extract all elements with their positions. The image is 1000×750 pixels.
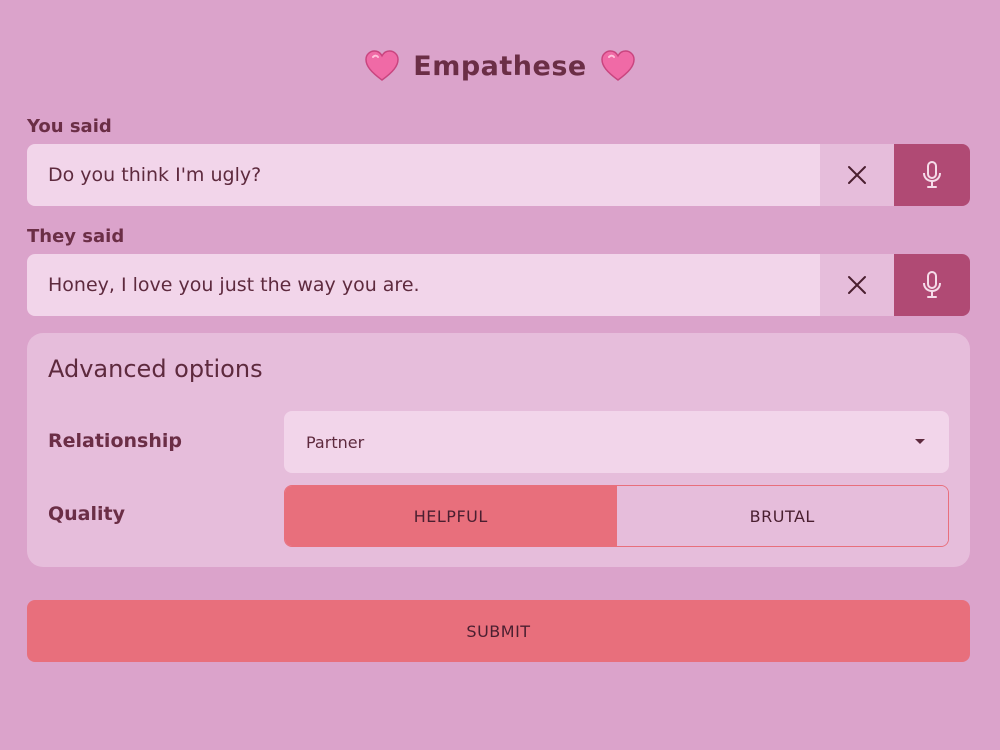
app-header: Empathese	[0, 44, 1000, 88]
quality-toggle-group: HELPFUL BRUTAL	[284, 485, 949, 547]
close-icon	[848, 276, 866, 294]
advanced-options-title: Advanced options	[48, 355, 263, 383]
microphone-icon	[923, 271, 941, 298]
they-said-row: Honey, I love you just the way you are.	[27, 254, 970, 316]
quality-label: Quality	[48, 503, 125, 525]
you-said-row: Do you think I'm ugly?	[27, 144, 970, 206]
app-title: Empathese	[413, 50, 587, 82]
they-said-mic-button[interactable]	[894, 254, 970, 316]
relationship-label: Relationship	[48, 430, 182, 452]
advanced-options-card: Advanced options Relationship Partner Qu…	[27, 333, 970, 567]
dropdown-arrow-icon	[915, 439, 925, 444]
quality-brutal-button[interactable]: BRUTAL	[616, 486, 948, 546]
pink-heart-icon	[363, 47, 401, 85]
submit-button[interactable]: SUBMIT	[27, 600, 970, 662]
microphone-icon	[923, 161, 941, 188]
they-said-clear-button[interactable]	[820, 254, 894, 316]
you-said-input[interactable]: Do you think I'm ugly?	[27, 144, 820, 206]
they-said-input[interactable]: Honey, I love you just the way you are.	[27, 254, 820, 316]
pink-heart-icon	[599, 47, 637, 85]
you-said-mic-button[interactable]	[894, 144, 970, 206]
relationship-selected-value: Partner	[306, 432, 365, 452]
close-icon	[848, 166, 866, 184]
you-said-clear-button[interactable]	[820, 144, 894, 206]
they-said-label: They said	[27, 226, 125, 247]
quality-helpful-button[interactable]: HELPFUL	[285, 486, 617, 546]
you-said-label: You said	[27, 116, 112, 137]
relationship-select[interactable]: Partner	[284, 411, 949, 473]
